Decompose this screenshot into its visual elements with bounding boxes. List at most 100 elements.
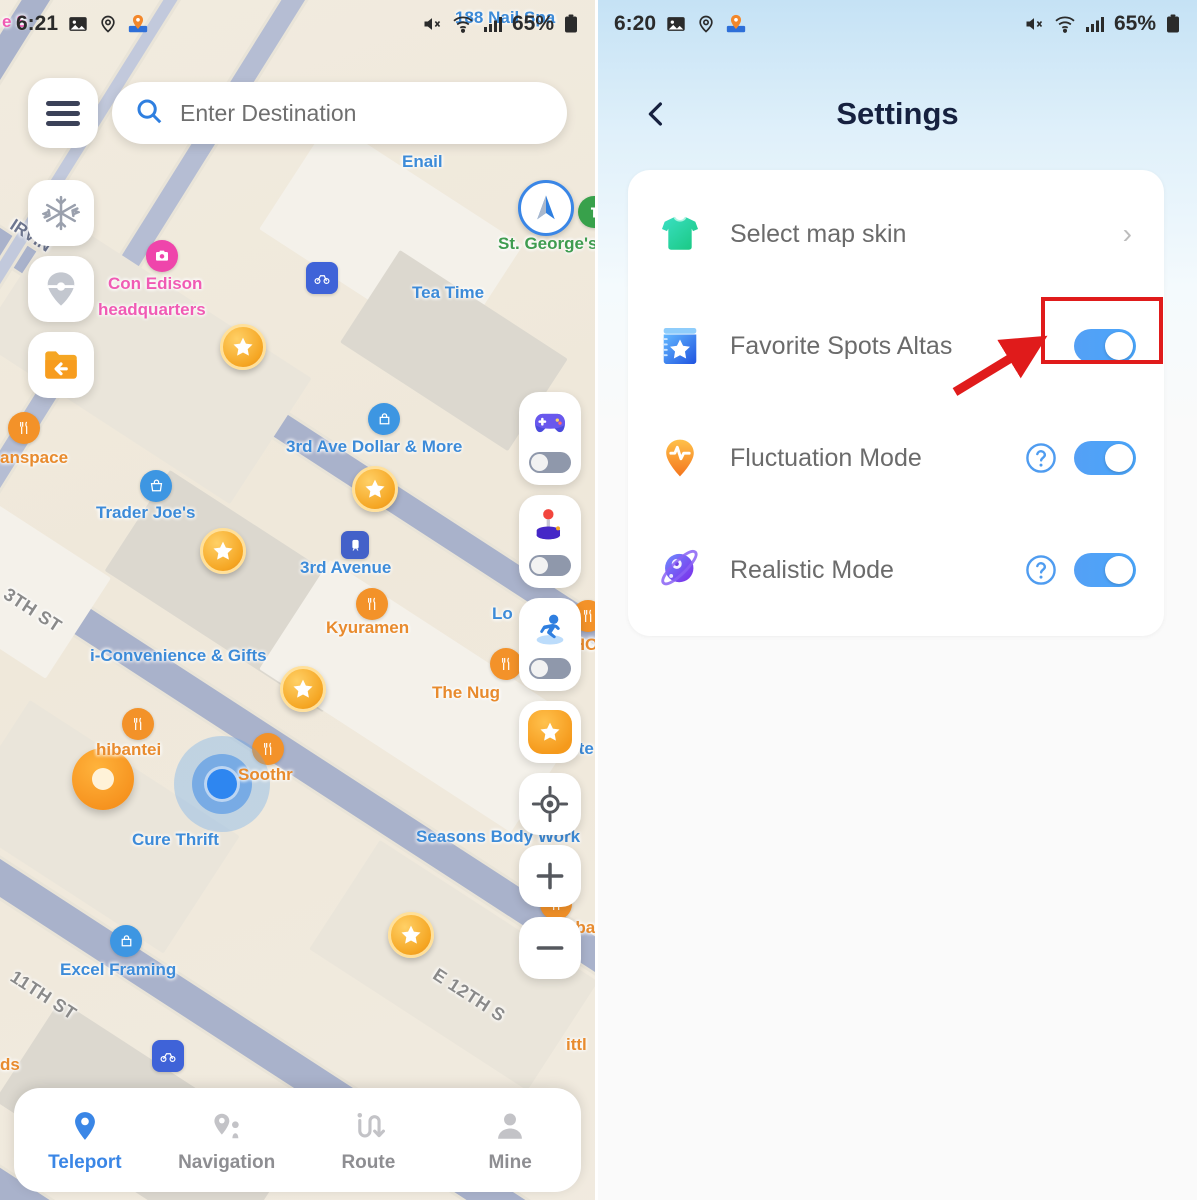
zoom-in-button[interactable] [519, 845, 581, 907]
map-poi-restaurant-icon[interactable] [122, 708, 154, 740]
snowflake-icon[interactable] [28, 180, 94, 246]
ticket-star-icon [656, 322, 704, 370]
screenshot-root: 188 Nail Spae SEnailSt. George'sIRVINCon… [0, 0, 1200, 1200]
settings-row-realistic-mode[interactable]: Realistic Mode [628, 514, 1164, 626]
folder-back-icon[interactable] [28, 332, 94, 398]
settings-row-fluctuation-mode[interactable]: Fluctuation Mode [628, 402, 1164, 514]
settings-row-label: Realistic Mode [730, 555, 894, 584]
gamepad-toggle[interactable] [529, 452, 571, 473]
status-time: 6:20 [614, 12, 657, 35]
image-icon [67, 13, 89, 35]
map-poi-store-icon[interactable] [140, 470, 172, 502]
map-poi-restaurant-icon[interactable] [490, 648, 522, 680]
teleport-origin-marker[interactable] [72, 748, 134, 810]
fluctuation-mode-toggle[interactable] [1074, 441, 1136, 475]
battery-icon [1165, 14, 1181, 34]
teleport-pin-icon [68, 1106, 102, 1146]
map-poi-store-icon[interactable] [110, 925, 142, 957]
nav-item-mine[interactable]: Mine [439, 1088, 581, 1192]
map-poi-store-icon[interactable] [368, 403, 400, 435]
search-input[interactable]: Enter Destination [112, 82, 567, 144]
planet-icon [656, 546, 704, 594]
favorite-spot-marker[interactable] [220, 324, 266, 370]
pokeball-icon[interactable] [28, 256, 94, 322]
battery-percent: 65% [1113, 12, 1156, 35]
joystick-toggle[interactable] [529, 555, 571, 576]
nav-label-mine: Mine [488, 1152, 532, 1173]
map-pin-icon [127, 13, 149, 35]
map-left-tools [28, 180, 94, 408]
bottom-navigation: Teleport Navigation Route Mine [14, 1088, 581, 1192]
nav-label-route: Route [341, 1152, 396, 1173]
help-icon[interactable] [1024, 553, 1058, 587]
page-title: Settings [836, 96, 959, 131]
search-icon [134, 96, 164, 131]
favorite-spot-marker[interactable] [280, 666, 326, 712]
pulse-pin-icon [656, 434, 704, 482]
signal-icon [1085, 15, 1105, 33]
map-pin-icon [725, 13, 747, 35]
person-icon [493, 1106, 527, 1146]
settings-row-favorite-spots-altas[interactable]: Favorite Spots Altas [628, 290, 1164, 402]
map-poi-station-icon[interactable] [341, 531, 369, 559]
zoom-out-button[interactable] [519, 917, 581, 979]
signal-icon [483, 15, 503, 33]
map-poi-restaurant-icon[interactable] [356, 588, 388, 620]
map-status-bar: 6:21 65% [0, 0, 595, 48]
search-placeholder: Enter Destination [180, 99, 357, 126]
gamepad-icon [529, 402, 571, 444]
back-button[interactable] [636, 94, 676, 134]
settings-row-select-map-skin[interactable]: Select map skin › [628, 178, 1164, 290]
locate-me-button[interactable] [519, 773, 581, 835]
nav-item-navigation[interactable]: Navigation [156, 1088, 298, 1192]
settings-screen: 6:20 65% Settings Select map skin › Favo… [598, 0, 1197, 1200]
wifi-icon [452, 15, 474, 33]
navigation-arrow-marker[interactable] [518, 180, 574, 236]
teleport-control[interactable] [519, 598, 581, 691]
settings-list: Select map skin › Favorite Spots Altas F… [628, 170, 1164, 636]
nav-item-teleport[interactable]: Teleport [14, 1088, 156, 1192]
wifi-icon [1054, 15, 1076, 33]
teleport-person-icon [529, 608, 571, 650]
gamepad-control[interactable] [519, 392, 581, 485]
settings-status-bar: 6:20 65% [598, 0, 1197, 48]
teleport-toggle[interactable] [529, 658, 571, 679]
realistic-mode-toggle[interactable] [1074, 553, 1136, 587]
favorite-spots-altas-toggle[interactable] [1074, 329, 1136, 363]
battery-icon [563, 14, 579, 34]
favorite-star-button[interactable] [519, 701, 581, 763]
mute-icon [421, 14, 443, 34]
battery-percent: 65% [511, 12, 554, 35]
settings-row-label: Fluctuation Mode [730, 443, 922, 472]
map-poi-restaurant-icon[interactable] [8, 412, 40, 444]
joystick-control[interactable] [519, 495, 581, 588]
hamburger-menu-icon[interactable] [28, 78, 98, 148]
route-icon [351, 1106, 386, 1146]
chevron-left-icon [648, 102, 662, 126]
tshirt-icon [656, 210, 704, 258]
map-poi-bike-icon[interactable] [152, 1040, 184, 1072]
settings-header: Settings [598, 82, 1197, 146]
favorite-spot-marker[interactable] [200, 528, 246, 574]
navigation-icon [209, 1106, 245, 1146]
settings-row-label: Select map skin [730, 219, 907, 248]
location-pin-icon [98, 13, 118, 35]
map-poi-bike-icon[interactable] [306, 262, 338, 294]
map-right-controls [519, 392, 581, 979]
chevron-right-icon[interactable]: › [1123, 218, 1132, 250]
nav-label-navigation: Navigation [178, 1152, 276, 1173]
settings-row-label: Favorite Spots Altas [730, 331, 953, 360]
map-screen: 188 Nail Spae SEnailSt. George'sIRVINCon… [0, 0, 598, 1200]
nav-label-teleport: Teleport [48, 1152, 122, 1173]
current-location-dot [174, 736, 270, 832]
map-poi-camera-icon[interactable] [146, 240, 178, 272]
map-top-bar: Enter Destination [28, 78, 567, 148]
favorite-spot-marker[interactable] [388, 912, 434, 958]
nav-item-route[interactable]: Route [298, 1088, 440, 1192]
joystick-icon [529, 505, 571, 547]
image-icon [665, 13, 687, 35]
location-pin-icon [696, 13, 716, 35]
status-time: 6:21 [16, 12, 59, 35]
favorite-spot-marker[interactable] [352, 466, 398, 512]
help-icon[interactable] [1024, 441, 1058, 475]
